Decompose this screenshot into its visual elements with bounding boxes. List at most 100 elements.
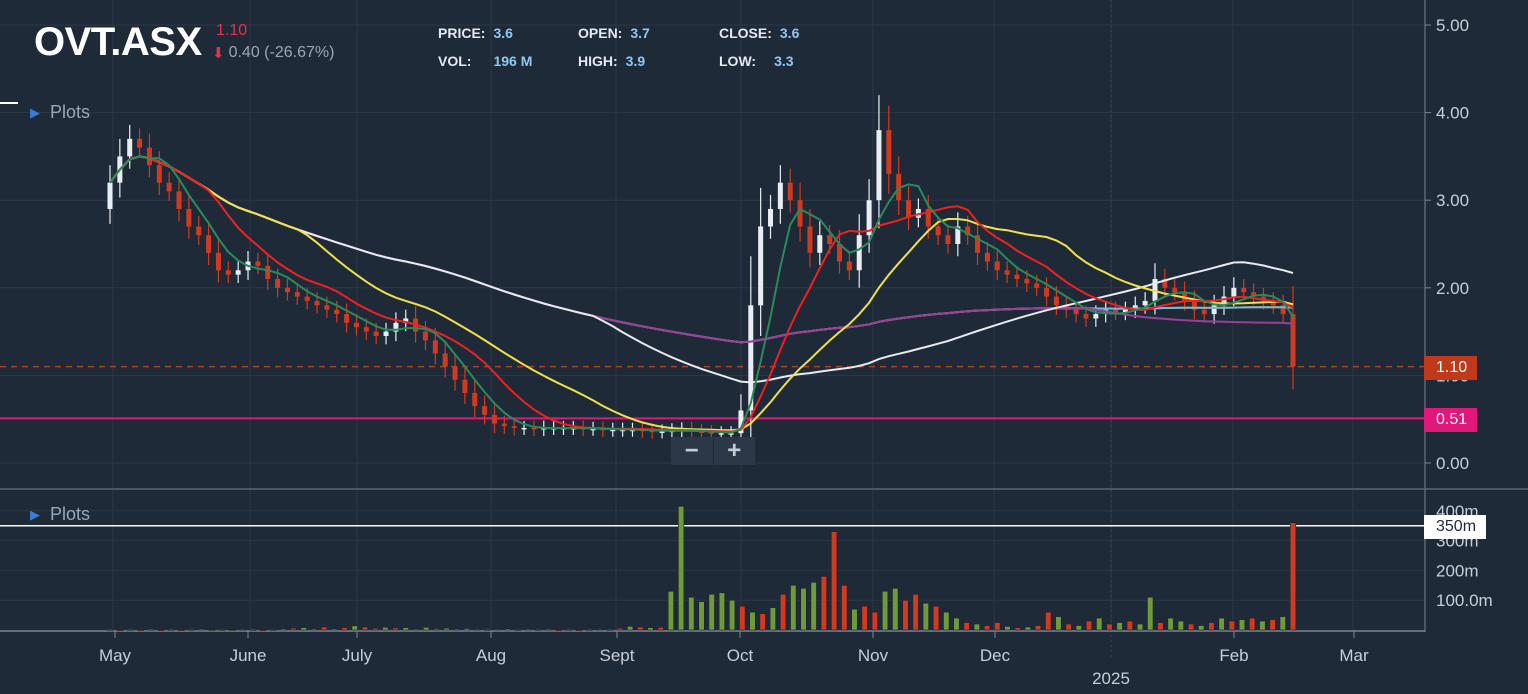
volume-bar	[310, 628, 318, 631]
candle-body	[137, 138, 143, 148]
zoom-in-button[interactable]: +	[714, 437, 756, 465]
candle-body	[718, 433, 724, 435]
volume-bar	[392, 627, 399, 631]
candle-body	[1211, 305, 1217, 315]
volume-bar	[412, 628, 420, 631]
volume-tick-label: 100.0m	[1436, 591, 1493, 610]
volume-bar	[1157, 622, 1164, 631]
candle-body	[856, 235, 862, 271]
volume-bar	[912, 593, 919, 631]
volume-bar	[881, 590, 889, 631]
expand-triangle-icon: ▶	[30, 506, 40, 522]
candle-body	[1083, 314, 1089, 319]
volume-bar	[698, 601, 705, 631]
volume-bar	[504, 628, 511, 631]
volume-bar	[433, 628, 440, 631]
volume-bar	[147, 628, 154, 631]
volume-bar	[841, 584, 848, 631]
volume-bar	[331, 628, 338, 631]
candle-body	[935, 226, 941, 236]
volume-bar	[1045, 611, 1052, 631]
candle-body	[1241, 287, 1247, 293]
volume-bar	[372, 627, 379, 631]
volume-bar	[219, 629, 226, 631]
volume-bar	[953, 617, 960, 631]
candle-body	[994, 261, 1000, 271]
volume-bar	[739, 605, 746, 631]
zoom-out-button[interactable]: −	[671, 437, 714, 465]
candle-body	[255, 261, 261, 266]
y-tick-label: 4.00	[1436, 104, 1469, 123]
candle-body	[531, 427, 537, 430]
volume-bar	[688, 596, 695, 631]
candle-body	[176, 191, 182, 209]
plots-toggle-top[interactable]: ▶ Plots	[30, 102, 90, 123]
volume-bar	[728, 599, 736, 631]
candle-body	[166, 182, 172, 192]
volume-bar	[117, 629, 124, 632]
candle-body	[1142, 300, 1148, 306]
volume-bar	[198, 628, 205, 631]
volume-bar	[943, 611, 950, 631]
candle-body	[146, 147, 152, 166]
volume-bar	[494, 628, 501, 631]
candle-body	[1014, 274, 1020, 280]
candle-body	[334, 309, 340, 315]
last-price-badge: 1.10	[1424, 356, 1478, 380]
x-tick-label: Oct	[727, 646, 754, 665]
volume-bar	[678, 506, 685, 631]
volume-bar	[800, 587, 807, 631]
candle-body	[846, 261, 852, 271]
volume-bar	[423, 627, 430, 631]
volume-bar	[127, 629, 134, 631]
x-year-label: 2025	[1092, 669, 1130, 688]
candle-body	[659, 431, 665, 433]
volume-bar	[361, 626, 369, 631]
volume-bar	[463, 628, 471, 631]
down-arrow-icon: ⬇	[212, 45, 225, 62]
volume-bar	[1279, 616, 1286, 631]
candle-body	[186, 208, 192, 227]
volume-bar	[555, 629, 562, 632]
price-volume-chart[interactable]: 0.001.002.003.004.005.00100.0m200m300m40…	[0, 0, 1528, 694]
volume-bar	[157, 629, 165, 632]
volume-bar	[1106, 623, 1113, 631]
candle-body	[1290, 314, 1296, 367]
zoom-controls: − +	[671, 437, 755, 465]
volume-bar	[718, 592, 725, 631]
volume-bar	[1065, 623, 1072, 631]
candle-body	[127, 138, 133, 157]
volume-bar	[229, 629, 236, 632]
volume-bar	[137, 629, 144, 632]
candle-body	[876, 130, 882, 201]
volume-bar	[983, 625, 991, 631]
volume-bar	[321, 626, 328, 631]
candle-body	[1053, 296, 1059, 306]
x-tick-label: Feb	[1219, 646, 1248, 665]
volume-bar	[382, 627, 389, 631]
candle-body	[501, 423, 507, 427]
volume-bar	[300, 627, 307, 631]
volume-bar	[1238, 619, 1246, 631]
volume-bar	[902, 599, 909, 631]
volume-bar	[1055, 616, 1062, 631]
candle-body	[1044, 287, 1050, 297]
volume-bar	[1269, 619, 1276, 631]
volume-bar	[1085, 620, 1093, 631]
volume-bar	[280, 628, 287, 631]
plots-toggle-bottom[interactable]: ▶ Plots	[30, 504, 90, 525]
volume-bar	[637, 626, 644, 631]
candle-body	[511, 426, 517, 428]
x-tick-label: Sept	[600, 646, 635, 665]
volume-bar	[1014, 627, 1021, 631]
x-tick-label: Mar	[1339, 646, 1369, 665]
candle-body	[452, 366, 458, 380]
candle-body	[294, 292, 300, 297]
volume-marker-badge: 350m	[1424, 515, 1487, 539]
candle-body	[1024, 279, 1030, 284]
stat-high: HIGH: 3.9	[578, 53, 646, 69]
volume-bar	[168, 629, 175, 631]
volume-bar	[596, 628, 603, 631]
candle-body	[462, 379, 468, 393]
volume-bar	[871, 611, 878, 631]
